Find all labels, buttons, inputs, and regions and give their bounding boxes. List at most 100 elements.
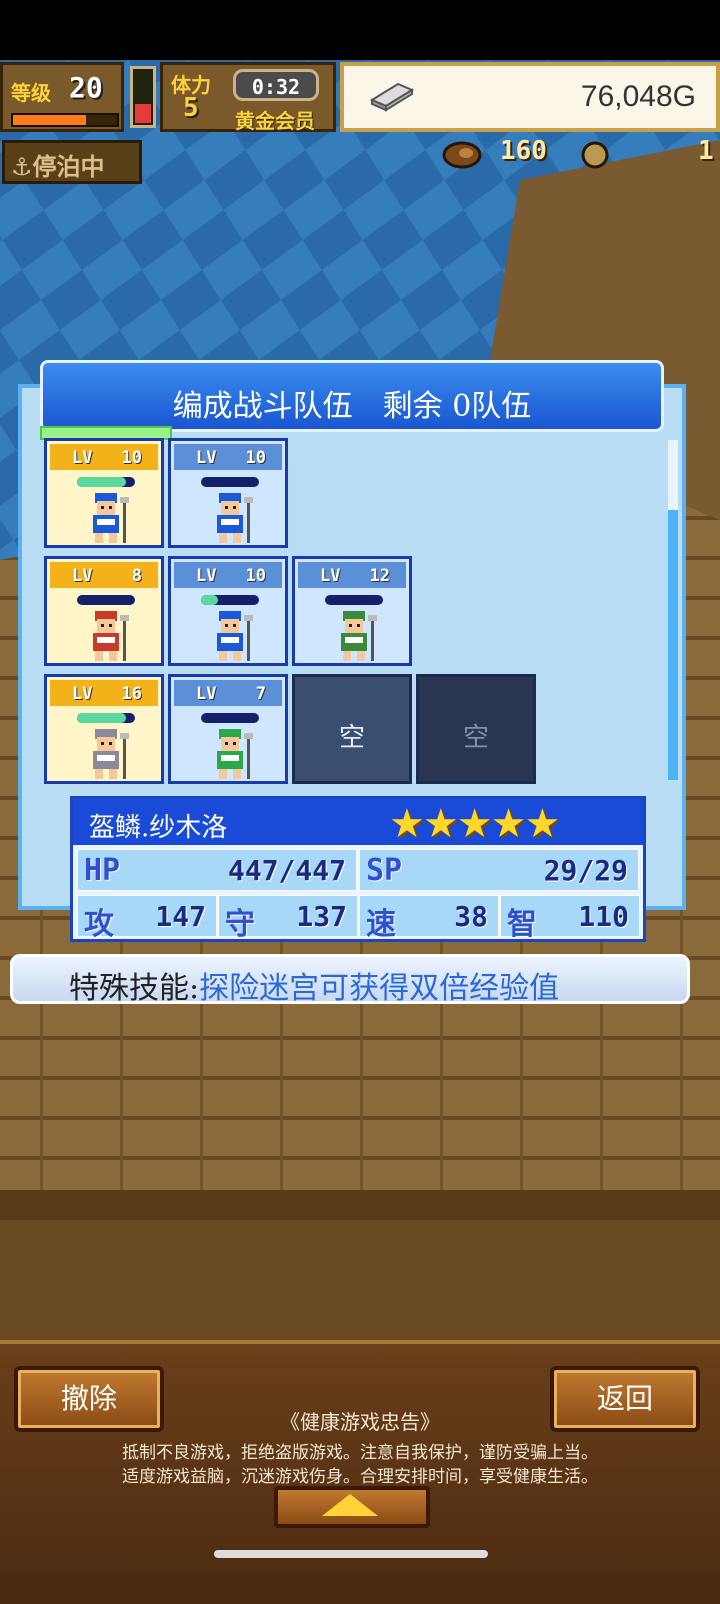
speed-value: 38 <box>454 900 488 933</box>
level-banner: LV 12 <box>298 562 406 588</box>
level-banner: LV 8 <box>50 562 158 588</box>
exp-bar <box>11 113 119 127</box>
sp-value: 29/29 <box>543 854 628 887</box>
rarity-stars: ★★★★★ <box>389 801 560 847</box>
empty-slot[interactable]: 空 <box>416 674 536 784</box>
membership-badge[interactable]: 黄金会员 <box>235 105 315 134</box>
special-skill-box: 特殊技能:探险迷宫可获得双倍经验值 <box>10 954 690 1006</box>
special-skill-text: 探险迷宫可获得双倍经验值 <box>199 971 560 1006</box>
special-skill-label: 特殊技能: <box>69 971 200 1006</box>
empty-slot[interactable]: 空 <box>292 674 412 784</box>
crew-level: 10 <box>121 448 142 468</box>
attack-stat: 攻 147 <box>77 895 217 942</box>
crew-hp-bar <box>325 595 383 605</box>
anchor-status[interactable]: ⚓停泊中 <box>2 140 142 184</box>
intelligence-stat: 智 110 <box>500 895 640 942</box>
attack-value: 147 <box>155 900 206 933</box>
crew-level: 10 <box>245 448 266 468</box>
intelligence-label: 智 <box>507 907 537 942</box>
resource-bar: 160 1 <box>430 136 720 176</box>
sp-stat: SP 29/29 <box>359 849 639 891</box>
crew-hp-bar <box>77 595 135 605</box>
level-banner: LV 16 <box>50 680 158 706</box>
crew-sprite-icon <box>217 611 253 661</box>
anchor-status-label: 停泊中 <box>32 153 105 181</box>
crew-slot[interactable]: LV 10 <box>168 438 288 548</box>
crew-level: 10 <box>245 566 266 586</box>
crew-sprite-icon <box>217 729 253 779</box>
defense-stat: 守 137 <box>218 895 358 942</box>
crew-hp-fill <box>77 477 127 487</box>
level-banner: LV 7 <box>174 680 282 706</box>
crew-sprite-icon <box>93 493 129 543</box>
crew-level: 16 <box>121 684 142 704</box>
character-stats-panel: 盔鳞.纱木洛 ★★★★★ HP 447/447 SP 29/29 攻 147 守… <box>70 796 646 942</box>
character-header: 盔鳞.纱木洛 ★★★★★ <box>73 799 643 847</box>
home-indicator[interactable] <box>214 1550 488 1558</box>
coin-icon <box>581 141 609 169</box>
panel-title: 编成战斗队伍 剩余 0队伍 <box>172 389 532 424</box>
level-tag: LV <box>320 566 341 586</box>
health-notice-title: 《健康游戏忠告》 <box>280 1410 440 1434</box>
sp-label: SP <box>366 853 403 888</box>
anchor-icon: ⚓ <box>11 153 33 181</box>
stamina-panel: 体力 5 0:32 黄金会员 <box>160 62 336 134</box>
crew-sprite-icon <box>341 611 377 661</box>
attack-label: 攻 <box>84 907 114 942</box>
health-notice-line-1: 抵制不良游戏，拒绝盗版游戏。注意自我保护，谨防受骗上当。 <box>122 1443 598 1463</box>
arrow-up-icon <box>322 1494 378 1516</box>
crew-hp-bar <box>77 713 135 723</box>
crew-sprite-icon <box>93 611 129 661</box>
empty-slot-label: 空 <box>462 723 489 753</box>
crew-level: 12 <box>369 566 390 586</box>
crew-hp-fill <box>201 595 219 605</box>
level-value: 20 <box>69 71 103 104</box>
food-icon <box>442 141 482 169</box>
crew-hp-bar <box>77 477 135 487</box>
crew-hp-bar <box>201 477 259 487</box>
exp-fill <box>13 115 86 125</box>
panel-banner: 编成战斗队伍 剩余 0队伍 <box>40 360 664 432</box>
crew-hp-bar <box>201 595 259 605</box>
crew-level: 8 <box>131 566 142 586</box>
crew-slot[interactable]: LV 10 <box>44 438 164 548</box>
crew-slot[interactable]: LV 16 <box>44 674 164 784</box>
crew-slot[interactable]: LV 8 <box>44 556 164 666</box>
crew-hp-bar <box>201 713 259 723</box>
expand-menu-button[interactable] <box>274 1486 430 1528</box>
intelligence-value: 110 <box>578 900 629 933</box>
hp-value: 447/447 <box>227 854 346 887</box>
level-panel: 等级 20 <box>0 62 124 132</box>
crew-hp-fill <box>77 713 127 723</box>
empty-slot-label: 空 <box>338 723 365 753</box>
character-name: 盔鳞.纱木洛 <box>89 813 228 843</box>
crew-level: 7 <box>255 684 266 704</box>
level-tag: LV <box>72 684 93 704</box>
coin-amount: 1 <box>698 136 714 166</box>
level-tag: LV <box>196 566 217 586</box>
level-tag: LV <box>72 566 93 586</box>
level-banner: LV 10 <box>174 562 282 588</box>
crew-slot[interactable]: LV 10 <box>168 556 288 666</box>
level-label: 等级 <box>11 81 51 105</box>
stamina-timer: 0:32 <box>233 69 319 101</box>
stamina-fill <box>135 104 151 123</box>
level-tag: LV <box>72 448 93 468</box>
crew-slot[interactable]: LV 7 <box>168 674 288 784</box>
defense-value: 137 <box>296 900 347 933</box>
hp-stat: HP 447/447 <box>77 849 357 891</box>
speed-label: 速 <box>366 907 396 942</box>
scrollbar-thumb[interactable] <box>668 510 678 780</box>
game-screen: 等级 20 体力 5 0:32 黄金会员 76,048G ⚓停泊中 160 1 <box>0 0 720 1604</box>
level-tag: LV <box>196 448 217 468</box>
stamina-value: 5 <box>183 93 199 123</box>
gold-amount: 76,048G <box>580 80 696 113</box>
level-banner: LV 10 <box>50 444 158 470</box>
crew-slot[interactable]: LV 12 <box>292 556 412 666</box>
gold-panel: 76,048G <box>340 62 720 132</box>
hp-label: HP <box>84 853 121 888</box>
bottom-bar: 撤除 返回 《健康游戏忠告》 抵制不良游戏，拒绝盗版游戏。注意自我保护，谨防受骗… <box>0 1340 720 1604</box>
stamina-gauge <box>130 66 156 128</box>
crew-sprite-icon <box>217 493 253 543</box>
level-tag: LV <box>196 684 217 704</box>
